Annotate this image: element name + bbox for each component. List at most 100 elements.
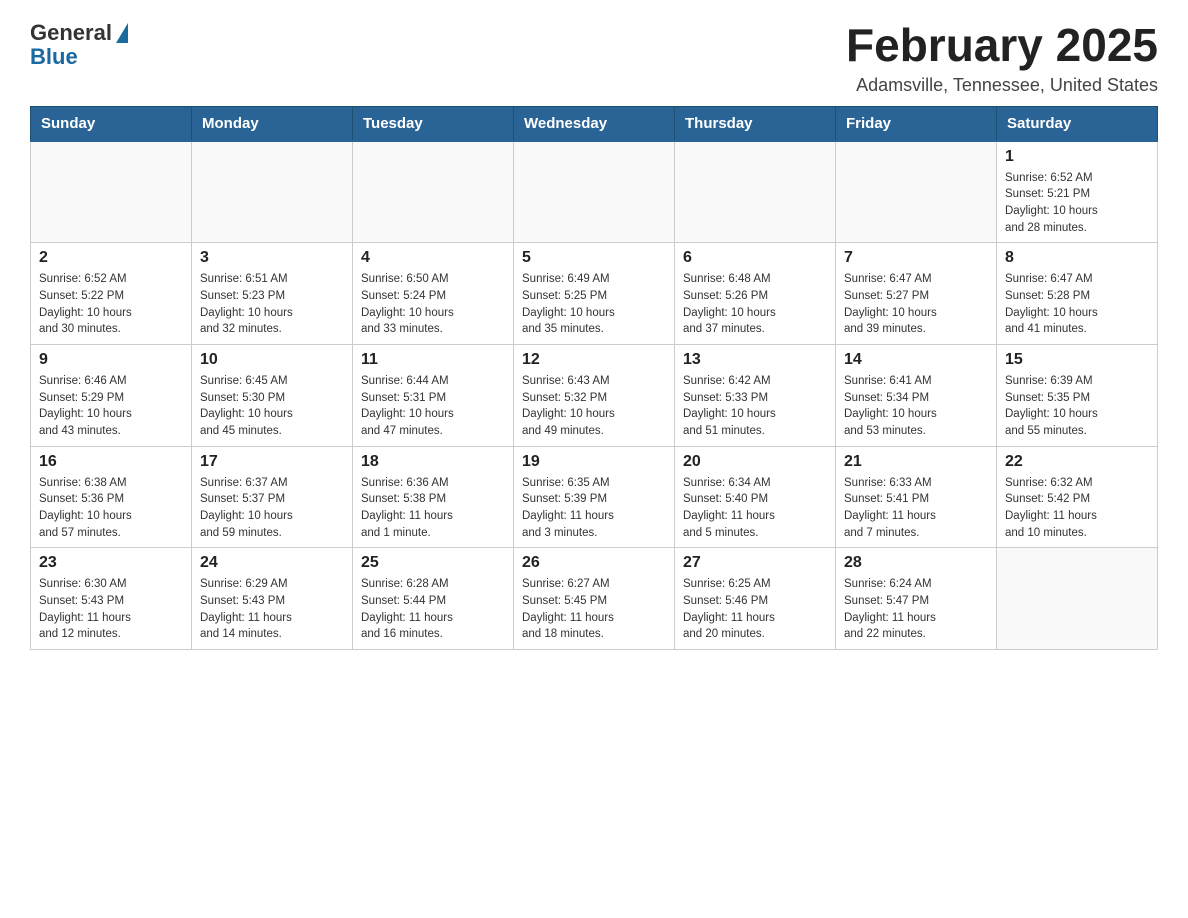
weekday-header-friday: Friday — [836, 106, 997, 141]
month-year-title: February 2025 — [846, 20, 1158, 71]
calendar-cell: 20 Sunrise: 6:34 AM Sunset: 5:40 PM Dayli… — [675, 446, 836, 548]
calendar-cell: 11 Sunrise: 6:44 AM Sunset: 5:31 PM Dayli… — [353, 344, 514, 446]
calendar-table: SundayMondayTuesdayWednesdayThursdayFrid… — [30, 106, 1158, 650]
weekday-header-sunday: Sunday — [31, 106, 192, 141]
day-info: Sunrise: 6:51 AM Sunset: 5:23 PM Dayligh… — [200, 271, 344, 338]
day-info: Sunrise: 6:37 AM Sunset: 5:37 PM Dayligh… — [200, 475, 344, 542]
calendar-cell: 5Sunrise: 6:49 AM Sunset: 5:25 PM Daylig… — [514, 243, 675, 345]
calendar-cell: 27Sunrise: 6:25 AM Sunset: 5:46 PM Dayli… — [675, 548, 836, 650]
calendar-cell: 2 Sunrise: 6:52 AM Sunset: 5:22 PM Daylig… — [31, 243, 192, 345]
logo-blue-text: Blue — [30, 44, 78, 70]
calendar-cell — [31, 141, 192, 243]
day-number: 6 — [683, 249, 827, 267]
calendar-cell: 4 Sunrise: 6:50 AM Sunset: 5:24 PM Daylig… — [353, 243, 514, 345]
day-info: Sunrise: 6:30 AM Sunset: 5:43 PM Dayligh… — [39, 576, 183, 643]
day-number: 5 — [522, 249, 666, 267]
day-info: Sunrise: 6:44 AM Sunset: 5:31 PM Dayligh… — [361, 373, 505, 440]
logo: General Blue — [30, 20, 128, 70]
day-info: Sunrise: 6:46 AM Sunset: 5:29 PM Dayligh… — [39, 373, 183, 440]
calendar-cell — [353, 141, 514, 243]
calendar-body: 1 Sunrise: 6:52 AM Sunset: 5:21 PM Daylig… — [31, 141, 1158, 650]
day-number: 21 — [844, 453, 988, 471]
day-number: 1 — [1005, 148, 1149, 166]
day-number: 19 — [522, 453, 666, 471]
calendar-cell: 28 Sunrise: 6:24 AM Sunset: 5:47 PM Dayli… — [836, 548, 997, 650]
calendar-cell: 24 Sunrise: 6:29 AM Sunset: 5:43 PM Dayli… — [192, 548, 353, 650]
day-info: Sunrise: 6:32 AM Sunset: 5:42 PM Dayligh… — [1005, 475, 1149, 542]
day-info: Sunrise: 6:28 AM Sunset: 5:44 PM Dayligh… — [361, 576, 505, 643]
weekday-header-wednesday: Wednesday — [514, 106, 675, 141]
location-subtitle: Adamsville, Tennessee, United States — [846, 75, 1158, 96]
day-info: Sunrise: 6:29 AM Sunset: 5:43 PM Dayligh… — [200, 576, 344, 643]
day-number: 10 — [200, 351, 344, 369]
calendar-week-row: 16 Sunrise: 6:38 AM Sunset: 5:36 PM Dayli… — [31, 446, 1158, 548]
day-info: Sunrise: 6:34 AM Sunset: 5:40 PM Dayligh… — [683, 475, 827, 542]
day-info: Sunrise: 6:48 AM Sunset: 5:26 PM Dayligh… — [683, 271, 827, 338]
calendar-week-row: 1 Sunrise: 6:52 AM Sunset: 5:21 PM Daylig… — [31, 141, 1158, 243]
weekday-header-tuesday: Tuesday — [353, 106, 514, 141]
day-number: 16 — [39, 453, 183, 471]
day-info: Sunrise: 6:52 AM Sunset: 5:22 PM Dayligh… — [39, 271, 183, 338]
day-info: Sunrise: 6:27 AM Sunset: 5:45 PM Dayligh… — [522, 576, 666, 643]
calendar-cell — [192, 141, 353, 243]
day-info: Sunrise: 6:35 AM Sunset: 5:39 PM Dayligh… — [522, 475, 666, 542]
calendar-week-row: 23Sunrise: 6:30 AM Sunset: 5:43 PM Dayli… — [31, 548, 1158, 650]
day-info: Sunrise: 6:50 AM Sunset: 5:24 PM Dayligh… — [361, 271, 505, 338]
day-number: 13 — [683, 351, 827, 369]
page-header: General Blue February 2025 Adamsville, T… — [30, 20, 1158, 96]
calendar-cell: 12Sunrise: 6:43 AM Sunset: 5:32 PM Dayli… — [514, 344, 675, 446]
day-number: 17 — [200, 453, 344, 471]
calendar-cell — [997, 548, 1158, 650]
calendar-cell — [836, 141, 997, 243]
calendar-cell: 10Sunrise: 6:45 AM Sunset: 5:30 PM Dayli… — [192, 344, 353, 446]
day-info: Sunrise: 6:47 AM Sunset: 5:28 PM Dayligh… — [1005, 271, 1149, 338]
calendar-cell: 8 Sunrise: 6:47 AM Sunset: 5:28 PM Daylig… — [997, 243, 1158, 345]
day-number: 3 — [200, 249, 344, 267]
day-info: Sunrise: 6:42 AM Sunset: 5:33 PM Dayligh… — [683, 373, 827, 440]
calendar-cell: 16 Sunrise: 6:38 AM Sunset: 5:36 PM Dayli… — [31, 446, 192, 548]
weekday-header-row: SundayMondayTuesdayWednesdayThursdayFrid… — [31, 106, 1158, 141]
calendar-cell: 1 Sunrise: 6:52 AM Sunset: 5:21 PM Daylig… — [997, 141, 1158, 243]
day-number: 22 — [1005, 453, 1149, 471]
day-number: 9 — [39, 351, 183, 369]
day-info: Sunrise: 6:33 AM Sunset: 5:41 PM Dayligh… — [844, 475, 988, 542]
calendar-week-row: 2 Sunrise: 6:52 AM Sunset: 5:22 PM Daylig… — [31, 243, 1158, 345]
day-number: 25 — [361, 554, 505, 572]
day-number: 15 — [1005, 351, 1149, 369]
day-number: 4 — [361, 249, 505, 267]
day-number: 11 — [361, 351, 505, 369]
logo-general-text: General — [30, 20, 112, 46]
day-info: Sunrise: 6:25 AM Sunset: 5:46 PM Dayligh… — [683, 576, 827, 643]
calendar-cell: 22 Sunrise: 6:32 AM Sunset: 5:42 PM Dayli… — [997, 446, 1158, 548]
weekday-header-saturday: Saturday — [997, 106, 1158, 141]
day-info: Sunrise: 6:43 AM Sunset: 5:32 PM Dayligh… — [522, 373, 666, 440]
weekday-header-thursday: Thursday — [675, 106, 836, 141]
calendar-cell: 21 Sunrise: 6:33 AM Sunset: 5:41 PM Dayli… — [836, 446, 997, 548]
logo-triangle-icon — [116, 23, 128, 43]
calendar-cell — [514, 141, 675, 243]
day-number: 28 — [844, 554, 988, 572]
day-number: 24 — [200, 554, 344, 572]
calendar-header: SundayMondayTuesdayWednesdayThursdayFrid… — [31, 106, 1158, 141]
title-area: February 2025 Adamsville, Tennessee, Uni… — [846, 20, 1158, 96]
day-info: Sunrise: 6:52 AM Sunset: 5:21 PM Dayligh… — [1005, 170, 1149, 237]
calendar-cell: 15 Sunrise: 6:39 AM Sunset: 5:35 PM Dayli… — [997, 344, 1158, 446]
calendar-cell: 25 Sunrise: 6:28 AM Sunset: 5:44 PM Dayli… — [353, 548, 514, 650]
day-info: Sunrise: 6:38 AM Sunset: 5:36 PM Dayligh… — [39, 475, 183, 542]
day-number: 8 — [1005, 249, 1149, 267]
day-info: Sunrise: 6:24 AM Sunset: 5:47 PM Dayligh… — [844, 576, 988, 643]
calendar-cell: 18Sunrise: 6:36 AM Sunset: 5:38 PM Dayli… — [353, 446, 514, 548]
calendar-cell: 23Sunrise: 6:30 AM Sunset: 5:43 PM Dayli… — [31, 548, 192, 650]
calendar-cell: 19 Sunrise: 6:35 AM Sunset: 5:39 PM Dayli… — [514, 446, 675, 548]
calendar-cell: 26Sunrise: 6:27 AM Sunset: 5:45 PM Dayli… — [514, 548, 675, 650]
day-info: Sunrise: 6:39 AM Sunset: 5:35 PM Dayligh… — [1005, 373, 1149, 440]
calendar-cell: 17 Sunrise: 6:37 AM Sunset: 5:37 PM Dayli… — [192, 446, 353, 548]
day-number: 20 — [683, 453, 827, 471]
calendar-cell: 14Sunrise: 6:41 AM Sunset: 5:34 PM Dayli… — [836, 344, 997, 446]
day-info: Sunrise: 6:41 AM Sunset: 5:34 PM Dayligh… — [844, 373, 988, 440]
calendar-cell: 9 Sunrise: 6:46 AM Sunset: 5:29 PM Daylig… — [31, 344, 192, 446]
calendar-cell: 6 Sunrise: 6:48 AM Sunset: 5:26 PM Daylig… — [675, 243, 836, 345]
day-number: 2 — [39, 249, 183, 267]
calendar-week-row: 9 Sunrise: 6:46 AM Sunset: 5:29 PM Daylig… — [31, 344, 1158, 446]
day-info: Sunrise: 6:47 AM Sunset: 5:27 PM Dayligh… — [844, 271, 988, 338]
